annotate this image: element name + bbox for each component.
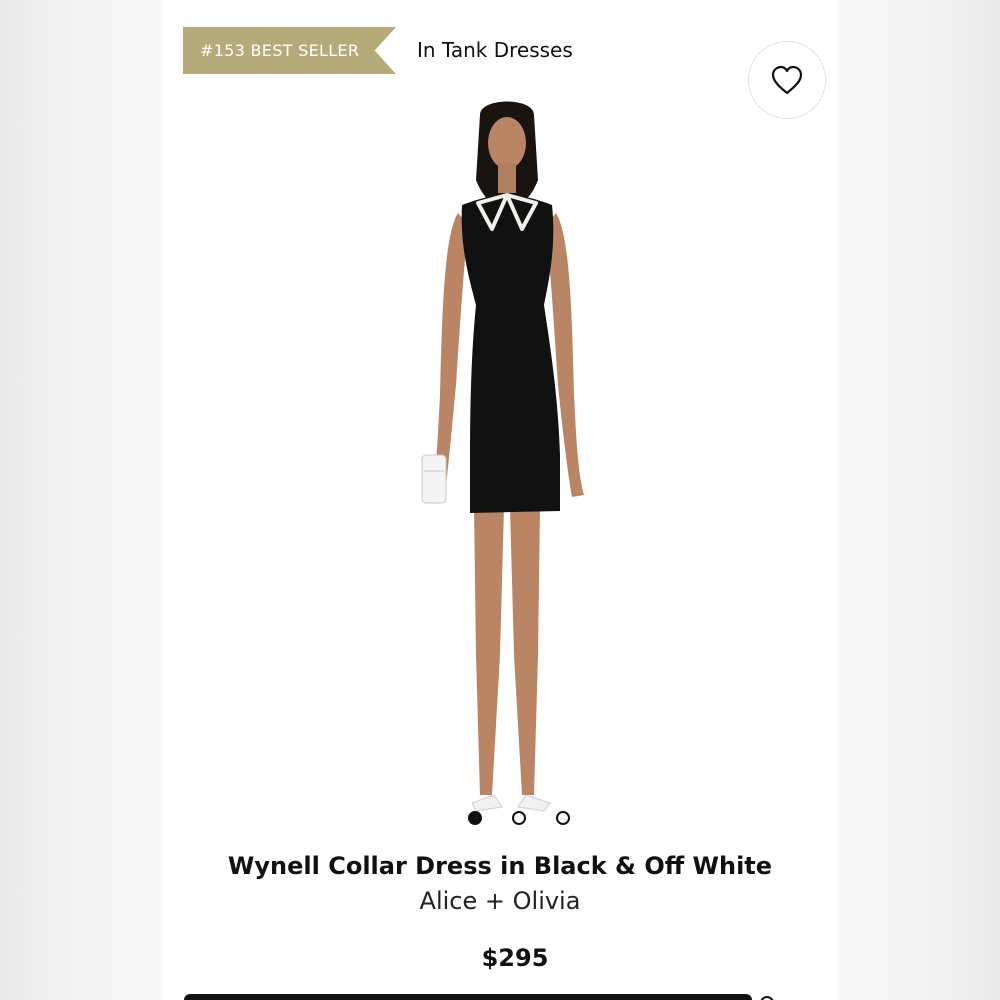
wishlist-button[interactable] [748, 41, 826, 119]
carousel-dot[interactable] [468, 811, 482, 825]
carousel-dots [468, 811, 570, 825]
product-page: #153 BEST SELLER In Tank Dresses Wynell … [162, 0, 838, 1000]
best-seller-label: #153 BEST SELLER [200, 41, 360, 60]
best-seller-badge: #153 BEST SELLER [183, 27, 396, 74]
heart-icon [771, 65, 803, 95]
add-to-bag-button[interactable] [184, 994, 752, 1000]
bottom-circle-icon [760, 996, 774, 1000]
product-brand[interactable]: Alice + Olivia [162, 887, 838, 915]
product-price: $295 [481, 944, 549, 972]
carousel-dot[interactable] [556, 811, 570, 825]
product-image[interactable] [392, 95, 622, 825]
carousel-dot[interactable] [512, 811, 526, 825]
product-title: Wynell Collar Dress in Black & Off White [227, 852, 773, 880]
category-link[interactable]: In Tank Dresses [417, 38, 573, 62]
